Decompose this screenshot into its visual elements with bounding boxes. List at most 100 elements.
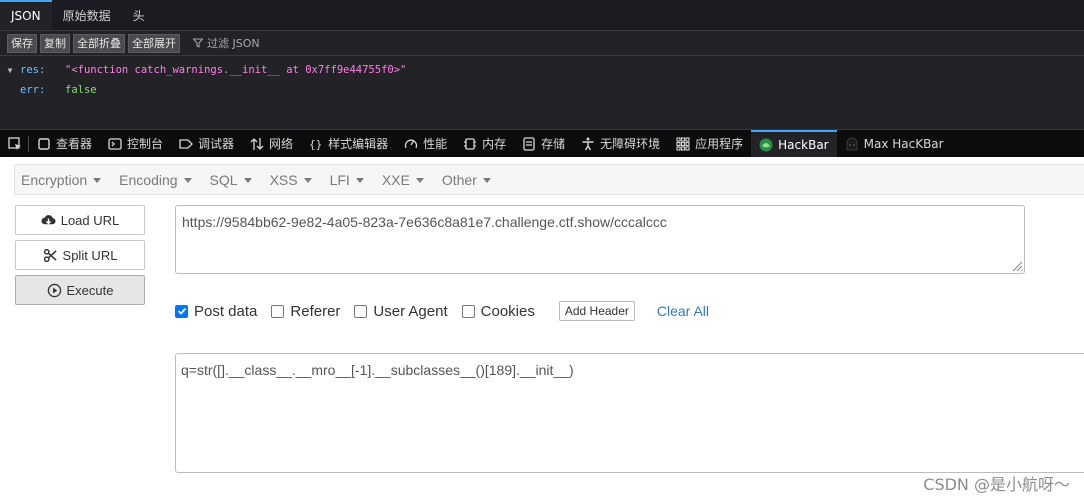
cookies-option[interactable]: Cookies: [461, 303, 535, 320]
clear-all-link[interactable]: Clear All: [657, 303, 709, 319]
tab-network[interactable]: 网络: [242, 130, 301, 158]
json-key: err:: [20, 84, 46, 96]
referer-checkbox[interactable]: [271, 304, 285, 318]
memory-icon: [464, 137, 477, 150]
menu-encoding[interactable]: Encoding: [119, 171, 192, 188]
tab-label: 性能: [423, 137, 448, 151]
post-data-option[interactable]: Post data: [175, 303, 257, 320]
hackbar-menu: Encryption Encoding SQL XSS LFI XXE Othe…: [14, 164, 1084, 195]
collapse-all-button[interactable]: 全部折叠: [73, 33, 125, 53]
post-data-textarea[interactable]: q=str([].__class__.__mro__[-1].__subclas…: [175, 353, 1084, 473]
tab-performance[interactable]: 性能: [396, 130, 455, 158]
add-header-button[interactable]: Add Header: [558, 301, 635, 321]
scissors-icon: [43, 248, 57, 262]
json-tree: ▼ res: "<function catch_warnings.__init_…: [0, 56, 1084, 100]
application-icon: [676, 136, 690, 151]
tab-label: HackBar: [778, 137, 829, 152]
menu-label: Encryption: [21, 171, 88, 188]
button-label: Load URL: [60, 212, 120, 228]
menu-label: LFI: [329, 171, 350, 188]
json-viewer-tabs: JSON 原始数据 头: [0, 0, 1084, 31]
tab-label: 无障碍环境: [600, 137, 661, 151]
menu-xxe[interactable]: XXE: [382, 172, 424, 188]
storage-icon: [523, 136, 535, 151]
option-label: Post data: [194, 302, 258, 320]
json-row-err[interactable]: err: false: [0, 80, 1084, 100]
tab-label: 控制台: [127, 137, 164, 151]
max-hackbar-icon: [846, 137, 858, 150]
tab-max-hackbar[interactable]: Max HacKBar: [837, 130, 952, 158]
tab-console[interactable]: 控制台: [100, 130, 171, 158]
caret-down-icon: [415, 177, 424, 183]
json-key: res:: [20, 64, 46, 76]
referer-option[interactable]: Referer: [271, 303, 340, 320]
tab-label: 应用程序: [695, 137, 744, 151]
user-agent-checkbox[interactable]: [354, 304, 368, 318]
checkmark-icon: [177, 307, 186, 315]
button-label: Split URL: [62, 247, 118, 263]
menu-label: Other: [441, 171, 477, 188]
request-options: Post data Referer User Agent Cookies Add…: [175, 300, 709, 322]
menu-xss[interactable]: XSS: [270, 172, 312, 188]
tab-raw-data[interactable]: 原始数据: [52, 0, 122, 30]
tab-json[interactable]: JSON: [0, 0, 52, 30]
copy-button[interactable]: 复制: [40, 33, 70, 53]
option-label: Referer: [290, 302, 341, 320]
option-label: User Agent: [373, 302, 448, 320]
load-url-button[interactable]: Load URL: [15, 205, 145, 235]
element-picker-icon: [8, 136, 21, 150]
execute-button[interactable]: Execute: [15, 275, 145, 305]
filter-icon: [193, 38, 203, 48]
menu-label: XXE: [381, 171, 410, 188]
menu-lfi[interactable]: LFI: [330, 172, 364, 188]
expand-arrow-icon[interactable]: ▼: [0, 66, 20, 75]
json-viewer-panel: JSON 原始数据 头 保存 复制 全部折叠 全部展开 过滤 JSON ▼ re…: [0, 0, 1084, 129]
inspector-icon: [38, 137, 50, 150]
filter-json-input[interactable]: 过滤 JSON: [193, 35, 260, 51]
tab-label: 样式编辑器: [328, 137, 389, 151]
tab-headers[interactable]: 头: [122, 0, 156, 30]
tab-hackbar[interactable]: HackBar: [751, 129, 837, 158]
split-url-button[interactable]: Split URL: [15, 240, 145, 270]
save-button[interactable]: 保存: [7, 33, 37, 53]
tab-label: 网络: [269, 137, 294, 151]
tab-style-editor[interactable]: {} 样式编辑器: [301, 130, 396, 158]
tab-inspector[interactable]: 查看器: [29, 130, 100, 158]
resize-grip-icon[interactable]: [1010, 259, 1023, 272]
style-editor-icon: {}: [309, 138, 322, 151]
menu-label: SQL: [209, 171, 238, 188]
element-picker-button[interactable]: [0, 130, 28, 158]
user-agent-option[interactable]: User Agent: [354, 302, 448, 320]
post-data-value: q=str([].__class__.__mro__[-1].__subclas…: [181, 362, 574, 378]
tab-debugger[interactable]: 调试器: [171, 130, 242, 158]
tab-accessibility[interactable]: 无障碍环境: [573, 130, 668, 158]
svg-text:{}: {}: [309, 138, 322, 151]
play-circle-icon: [47, 283, 61, 297]
hackbar-actions: Load URL Split URL Execute: [15, 205, 145, 310]
caret-down-icon: [183, 177, 192, 183]
json-string-value: "<function catch_warnings.__init__ at 0x…: [65, 64, 407, 76]
tab-application[interactable]: 应用程序: [668, 130, 751, 158]
expand-all-button[interactable]: 全部展开: [128, 33, 180, 53]
tab-memory[interactable]: 内存: [455, 130, 514, 158]
url-value: https://9584bb62-9e82-4a05-823a-7e636c8a…: [182, 214, 667, 230]
watermark: CSDN @是小航呀～: [923, 475, 1070, 494]
menu-label: Encoding: [119, 171, 178, 188]
tab-label: Max HacKBar: [863, 136, 944, 151]
menu-encryption[interactable]: Encryption: [21, 171, 102, 188]
json-viewer-toolbar: 保存 复制 全部折叠 全部展开 过滤 JSON: [0, 31, 1084, 56]
accessibility-icon: [582, 137, 594, 150]
network-icon: [250, 137, 264, 150]
menu-sql[interactable]: SQL: [210, 172, 252, 188]
tab-label: 调试器: [198, 137, 235, 151]
cloud-download-icon: [41, 214, 56, 224]
tab-storage[interactable]: 存储: [514, 130, 573, 158]
menu-label: XSS: [269, 171, 298, 188]
json-row-res[interactable]: ▼ res: "<function catch_warnings.__init_…: [0, 60, 1084, 80]
caret-down-icon: [243, 177, 252, 183]
cookies-checkbox[interactable]: [461, 304, 475, 318]
menu-other[interactable]: Other: [442, 172, 491, 188]
post-data-checkbox[interactable]: [175, 304, 188, 318]
performance-icon: [404, 139, 418, 148]
url-textarea[interactable]: https://9584bb62-9e82-4a05-823a-7e636c8a…: [175, 205, 1025, 274]
